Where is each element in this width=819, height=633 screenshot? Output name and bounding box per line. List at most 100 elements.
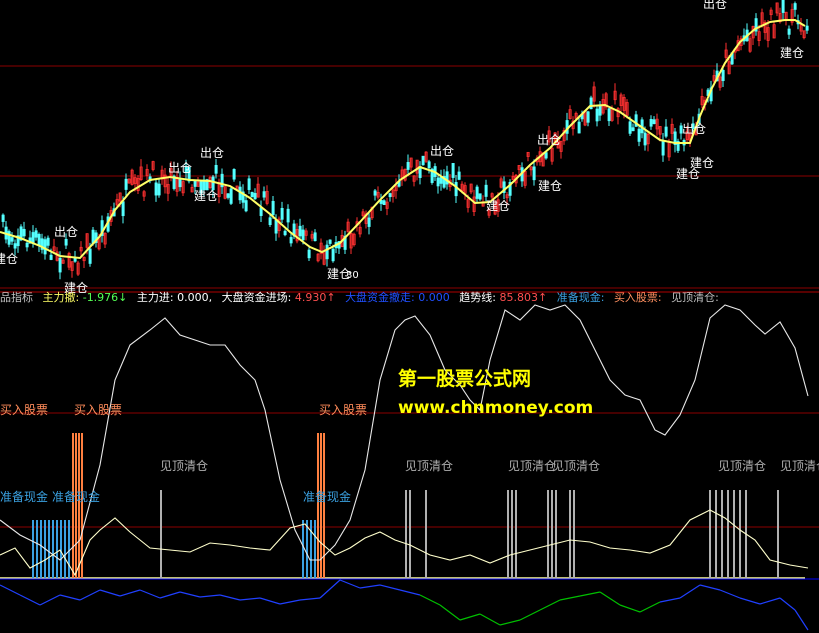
- cash-text-label: 准备现金: [0, 489, 48, 504]
- candle-body: [124, 178, 128, 190]
- main-in-label: 主力进:: [136, 291, 174, 304]
- candle-body: [280, 207, 284, 220]
- candle-body: [64, 238, 68, 246]
- watermark-url: www.chnmoney.com: [398, 398, 594, 418]
- buy-text-label: 买入股票: [74, 403, 122, 417]
- candle-body: [46, 237, 50, 246]
- candle-body: [478, 193, 482, 200]
- market-fund-segment: [539, 599, 561, 611]
- candle-body: [382, 200, 386, 206]
- trend-label: 趋势线:: [459, 291, 496, 304]
- in-signal-label: 建仓: [486, 199, 510, 213]
- buy-label: 买入股票:: [613, 291, 662, 304]
- market-fund-segment: [0, 584, 21, 596]
- market-fund-segment: [679, 584, 701, 599]
- top-text-label: 见顶清仓: [780, 459, 819, 473]
- candle-body: [244, 200, 248, 212]
- market-fund-segment: [39, 594, 61, 606]
- market-fund-segment: [219, 594, 241, 601]
- market-fund-segment: [399, 589, 421, 596]
- market-fund-segment: [279, 599, 301, 605]
- market-fund-segment: [699, 584, 721, 591]
- candle-body: [13, 243, 17, 249]
- candle-body: [484, 184, 488, 197]
- main-exit-value: -1.976↓: [82, 291, 128, 304]
- candle-body: [31, 232, 35, 244]
- market-fund-segment: [79, 589, 101, 601]
- candle-body: [232, 169, 236, 180]
- market-fund-segment: [459, 613, 481, 621]
- candle-body: [1, 214, 5, 222]
- indicator-line: [0, 304, 809, 561]
- top-text-label: 见顶清仓: [160, 459, 208, 473]
- indicator-line: [0, 509, 809, 577]
- out-signal-label: 出仓: [430, 144, 454, 158]
- market-fund-segment: [119, 589, 141, 597]
- market-fund-segment: [319, 579, 341, 599]
- out-signal-label: 出仓: [703, 0, 727, 11]
- candle-body: [286, 208, 290, 223]
- candle-body: [661, 140, 665, 156]
- out-signal-label: 出仓: [54, 225, 78, 239]
- market-in-value: 4.930↑: [294, 291, 336, 304]
- market-fund-segment: [519, 609, 541, 621]
- market-fund-segment: [259, 597, 281, 605]
- market-fund-segment: [159, 591, 181, 599]
- out-signal-label: 出仓: [682, 122, 706, 136]
- candle-body: [793, 3, 797, 10]
- candle-body: [457, 171, 461, 180]
- candle-body: [274, 219, 278, 234]
- candle-body: [37, 233, 41, 246]
- legend-name: 品指标: [0, 291, 33, 304]
- market-fund-segment: [559, 595, 581, 601]
- candle-body: [121, 201, 125, 217]
- market-fund-segment: [579, 591, 601, 597]
- candle-body: [250, 191, 254, 198]
- candle-body: [157, 183, 161, 196]
- candle-body: [451, 163, 455, 178]
- out-signal-label: 出仓: [537, 133, 561, 147]
- candle-body: [289, 237, 293, 244]
- candle-body: [271, 200, 275, 216]
- candle-body: [628, 121, 632, 134]
- candle-body: [298, 225, 302, 237]
- low-value-label: 30: [346, 270, 359, 281]
- market-fund-segment: [359, 584, 381, 589]
- candle-body: [154, 182, 158, 196]
- chart-canvas: 出仓出仓出仓 出仓出仓出仓出仓建仓建仓建仓建仓建仓建仓建仓建仓建仓30 买入股票买…: [0, 0, 819, 633]
- buy-text-label: 买入股票: [0, 403, 48, 417]
- market-fund-segment: [99, 589, 121, 597]
- candle-body: [58, 257, 62, 273]
- candle-body: [283, 230, 287, 236]
- candle-body: [631, 127, 635, 132]
- candle-body: [421, 155, 425, 166]
- candle-body: [643, 132, 647, 146]
- candle-body: [577, 121, 581, 134]
- in-signal-label: 建仓: [780, 46, 804, 60]
- candle-body: [7, 231, 11, 245]
- candle-body: [193, 180, 197, 187]
- market-fund-segment: [599, 591, 621, 606]
- candle-body: [22, 228, 26, 237]
- market-fund-segment: [794, 609, 809, 631]
- candle-body: [373, 190, 377, 196]
- candle-body: [253, 193, 257, 200]
- market-fund-segment: [419, 594, 441, 606]
- market-fund-segment: [639, 601, 661, 613]
- market-fund-segment: [439, 604, 461, 621]
- candle-body: [544, 152, 548, 159]
- candle-body: [427, 161, 431, 169]
- candle-body: [247, 178, 251, 190]
- market-fund-segment: [59, 594, 81, 601]
- in-signal-label: 建仓: [194, 189, 218, 203]
- market-fund-segment: [739, 597, 761, 605]
- candle-body: [301, 229, 305, 241]
- candle-body: [307, 249, 311, 259]
- main-in-value: 0.000,: [177, 291, 213, 304]
- candle-body: [652, 119, 656, 124]
- market-fund-segment: [619, 604, 641, 613]
- market-fund-segment: [759, 597, 781, 605]
- market-fund-segment: [339, 579, 361, 589]
- market-in-label: 大盘资金进场:: [221, 291, 292, 304]
- candle-body: [607, 108, 611, 122]
